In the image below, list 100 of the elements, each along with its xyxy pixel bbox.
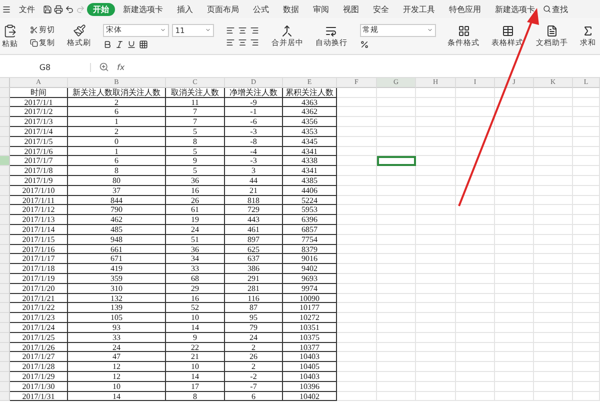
empty-cell[interactable] (573, 136, 600, 147)
empty-cell[interactable] (337, 186, 377, 196)
row-header[interactable] (0, 313, 10, 323)
empty-cell[interactable] (337, 382, 377, 392)
row-header[interactable] (0, 264, 10, 274)
empty-cell[interactable] (416, 88, 456, 98)
ribbon-tab[interactable]: 数据 (277, 2, 305, 16)
empty-cell[interactable] (534, 215, 573, 225)
empty-cell[interactable] (573, 362, 600, 372)
empty-cell[interactable] (377, 107, 416, 118)
empty-cell[interactable] (534, 146, 573, 156)
empty-cell[interactable] (337, 215, 377, 225)
empty-cell[interactable] (573, 234, 600, 245)
row-header[interactable] (0, 303, 10, 314)
selected-cell[interactable] (377, 156, 416, 166)
empty-cell[interactable] (416, 342, 456, 352)
empty-cell[interactable] (495, 126, 534, 137)
empty-cell[interactable] (416, 264, 456, 274)
empty-cell[interactable] (456, 332, 495, 343)
empty-cell[interactable] (495, 107, 534, 118)
name-box[interactable]: G8 (0, 62, 91, 72)
row-header[interactable] (0, 107, 10, 118)
empty-cell[interactable] (495, 303, 534, 314)
empty-cell[interactable] (495, 332, 534, 343)
empty-cell[interactable] (534, 234, 573, 245)
empty-cell[interactable] (573, 303, 600, 314)
empty-cell[interactable] (416, 176, 456, 186)
row-header[interactable] (0, 234, 10, 245)
empty-cell[interactable] (573, 196, 600, 206)
empty-cell[interactable] (534, 126, 573, 137)
empty-cell[interactable] (495, 234, 534, 245)
empty-cell[interactable] (337, 274, 377, 284)
empty-cell[interactable] (573, 98, 600, 108)
empty-cell[interactable] (416, 136, 456, 147)
row-header[interactable] (0, 166, 10, 176)
empty-cell[interactable] (377, 254, 416, 264)
empty-cell[interactable] (377, 392, 416, 402)
corner-cell[interactable] (0, 78, 10, 88)
empty-cell[interactable] (337, 313, 377, 323)
empty-cell[interactable] (495, 372, 534, 382)
empty-cell[interactable] (337, 156, 377, 166)
ribbon-tab[interactable]: 公式 (247, 2, 275, 16)
empty-cell[interactable] (377, 332, 416, 343)
empty-cell[interactable] (495, 294, 534, 304)
ribbon-tab[interactable]: 开发工具 (397, 2, 441, 16)
empty-cell[interactable] (377, 117, 416, 127)
row-header[interactable] (0, 372, 10, 382)
empty-cell[interactable] (377, 274, 416, 284)
empty-cell[interactable] (456, 98, 495, 108)
row-header[interactable] (0, 322, 10, 333)
empty-cell[interactable] (495, 98, 534, 108)
empty-cell[interactable] (456, 382, 495, 392)
empty-cell[interactable] (337, 196, 377, 206)
ribbon-tab[interactable]: 视图 (337, 2, 365, 16)
empty-cell[interactable] (495, 313, 534, 323)
empty-cell[interactable] (416, 224, 456, 235)
empty-cell[interactable] (416, 166, 456, 176)
empty-cell[interactable] (377, 98, 416, 108)
empty-cell[interactable] (495, 392, 534, 402)
empty-cell[interactable] (573, 254, 600, 264)
empty-cell[interactable] (495, 284, 534, 294)
row-header[interactable] (0, 88, 10, 98)
empty-cell[interactable] (573, 117, 600, 127)
empty-cell[interactable] (456, 224, 495, 235)
empty-cell[interactable] (534, 196, 573, 206)
empty-cell[interactable] (573, 205, 600, 216)
empty-cell[interactable] (377, 205, 416, 216)
empty-cell[interactable] (495, 166, 534, 176)
empty-cell[interactable] (495, 254, 534, 264)
row-header[interactable] (0, 186, 10, 196)
empty-cell[interactable] (377, 303, 416, 314)
empty-cell[interactable] (416, 215, 456, 225)
empty-cell[interactable] (495, 322, 534, 333)
empty-cell[interactable] (377, 244, 416, 254)
empty-cell[interactable] (416, 254, 456, 264)
empty-cell[interactable] (456, 342, 495, 352)
empty-cell[interactable] (377, 322, 416, 333)
empty-cell[interactable] (337, 126, 377, 137)
print-icon[interactable] (54, 4, 63, 14)
empty-cell[interactable] (534, 264, 573, 274)
ribbon-tab[interactable]: 安全 (367, 2, 395, 16)
file-menu[interactable]: 文件 (13, 2, 41, 16)
empty-cell[interactable] (573, 382, 600, 392)
empty-cell[interactable] (456, 234, 495, 245)
row-header[interactable] (0, 196, 10, 206)
italic-icon[interactable] (115, 40, 124, 48)
empty-cell[interactable] (377, 284, 416, 294)
empty-cell[interactable] (416, 382, 456, 392)
empty-cell[interactable] (534, 205, 573, 216)
empty-cell[interactable] (416, 126, 456, 137)
empty-cell[interactable] (495, 146, 534, 156)
row-header[interactable] (0, 146, 10, 156)
empty-cell[interactable] (416, 244, 456, 254)
empty-cell[interactable] (456, 205, 495, 216)
align-left-icon[interactable] (226, 26, 236, 34)
zoom-icon[interactable] (99, 62, 109, 72)
empty-cell[interactable] (534, 244, 573, 254)
empty-cell[interactable] (377, 342, 416, 352)
function-label[interactable]: fx (117, 62, 125, 72)
empty-cell[interactable] (573, 186, 600, 196)
